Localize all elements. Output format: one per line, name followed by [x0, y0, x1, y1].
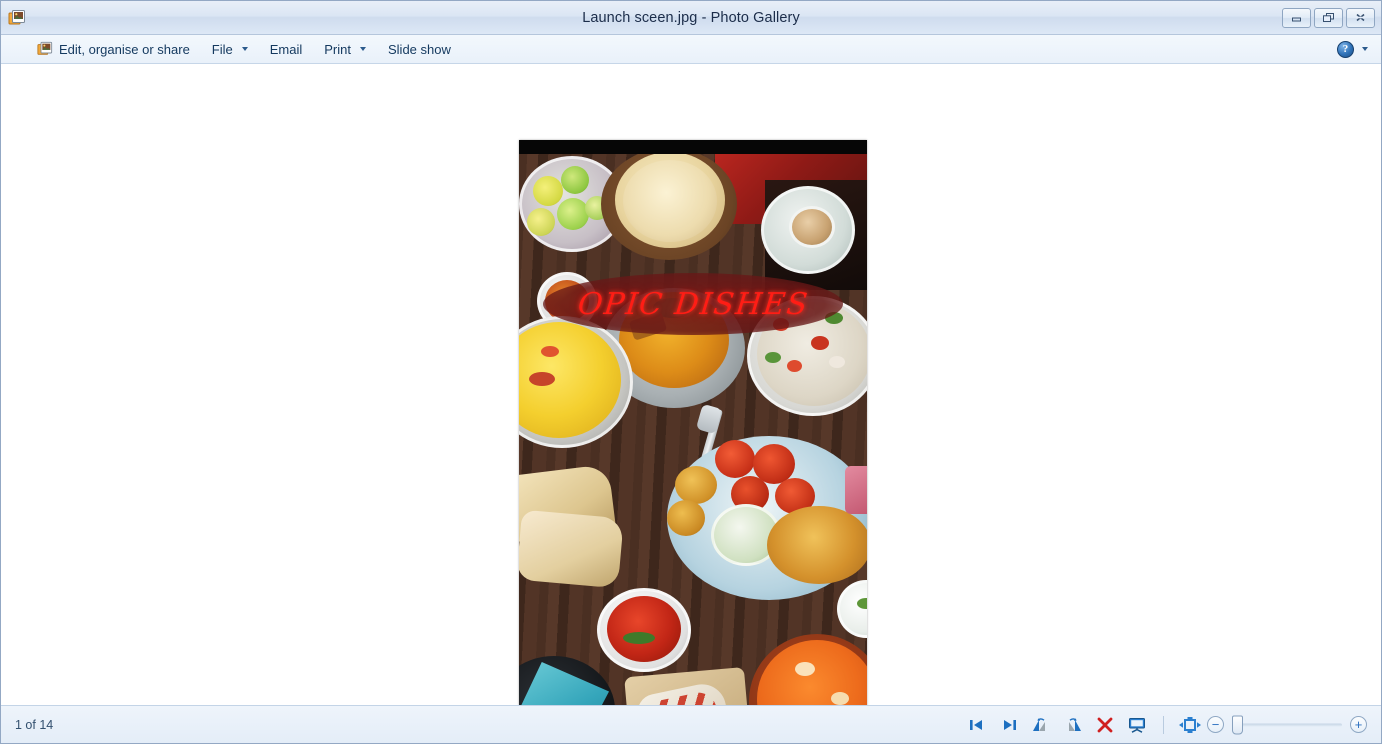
lime-half — [561, 166, 589, 194]
lime-half — [533, 176, 563, 206]
previous-image-button[interactable] — [962, 712, 992, 738]
rice-garnish — [541, 346, 559, 357]
file-menu[interactable]: File — [201, 38, 259, 61]
photo-top-black-band — [519, 140, 867, 154]
flatbread — [623, 160, 717, 242]
lime-half — [557, 198, 589, 230]
naan-bread — [519, 509, 624, 589]
lime-half — [527, 208, 555, 236]
restore-button[interactable] — [1314, 7, 1343, 28]
opic-dishes-banner: OPIC DISHES — [543, 273, 843, 335]
command-bar: Edit, organise or share File Email Print… — [1, 35, 1381, 64]
title-bar: Launch sceen.jpg - Photo Gallery — [1, 1, 1381, 35]
zoom-slider[interactable] — [1232, 715, 1342, 734]
close-button[interactable] — [1346, 7, 1375, 28]
rotate-clockwise-button[interactable] — [1058, 712, 1088, 738]
edit-organise-share-button[interactable]: Edit, organise or share — [31, 38, 201, 61]
curry-chunk — [831, 692, 849, 705]
edit-organise-share-label: Edit, organise or share — [59, 41, 190, 57]
file-menu-label: File — [211, 41, 233, 57]
photo-content: OPIC DISHES — [519, 140, 867, 705]
chevron-down-icon — [360, 47, 366, 51]
zoom-in-button[interactable]: + — [1350, 716, 1367, 733]
play-slideshow-button[interactable] — [1122, 712, 1152, 738]
displayed-photo[interactable]: OPIC DISHES — [519, 140, 867, 705]
image-viewer-area[interactable]: OPIC DISHES — [1, 64, 1381, 705]
fit-to-window-button[interactable] — [1175, 712, 1205, 738]
salad-onion — [829, 356, 845, 368]
tandoori-chicken — [715, 440, 755, 478]
viewer-toolbar: − + — [962, 712, 1367, 738]
zoom-slider-track — [1232, 723, 1342, 726]
chevron-down-icon — [241, 47, 248, 51]
window-controls — [1282, 7, 1375, 28]
status-bar: 1 of 14 − + — [1, 705, 1381, 743]
tomato-salsa — [607, 596, 681, 662]
curry-chunk — [795, 662, 815, 676]
delete-image-button[interactable] — [1090, 712, 1120, 738]
toolbar-divider — [1163, 715, 1164, 734]
pink-napkin — [845, 466, 867, 514]
slide-show-label: Slide show — [388, 41, 451, 57]
minimize-button[interactable] — [1282, 7, 1311, 28]
slide-show-button[interactable]: Slide show — [377, 38, 462, 61]
photo-gallery-icon — [37, 41, 53, 57]
rice-garnish — [529, 372, 555, 386]
salad-herb — [765, 352, 781, 363]
image-count-label: 1 of 14 — [15, 717, 54, 732]
photo-gallery-window: Launch sceen.jpg - Photo Gallery Edit, o… — [0, 0, 1382, 744]
zoom-out-button[interactable]: − — [1207, 716, 1224, 733]
help-icon: ? — [1337, 40, 1354, 58]
opic-dishes-text: OPIC DISHES — [575, 286, 811, 322]
rotate-counterclockwise-button[interactable] — [1026, 712, 1056, 738]
salsa-basil — [623, 632, 655, 644]
help-menu[interactable]: ? — [1337, 40, 1368, 58]
salad-tomato — [787, 360, 802, 372]
window-title: Launch sceen.jpg - Photo Gallery — [582, 9, 800, 26]
salad-tomato — [811, 336, 829, 350]
biryani-rice — [767, 506, 867, 584]
next-image-button[interactable] — [994, 712, 1024, 738]
tea-cup — [789, 206, 835, 248]
print-menu-label: Print — [324, 41, 351, 57]
print-menu[interactable]: Print — [313, 38, 377, 61]
zoom-slider-thumb[interactable] — [1232, 715, 1243, 734]
email-button[interactable]: Email — [259, 38, 314, 61]
photo-gallery-icon — [8, 9, 26, 27]
fried-fritter — [667, 500, 705, 536]
fried-fritter — [675, 466, 717, 504]
chevron-down-icon — [1362, 47, 1368, 51]
email-label: Email — [269, 41, 303, 57]
